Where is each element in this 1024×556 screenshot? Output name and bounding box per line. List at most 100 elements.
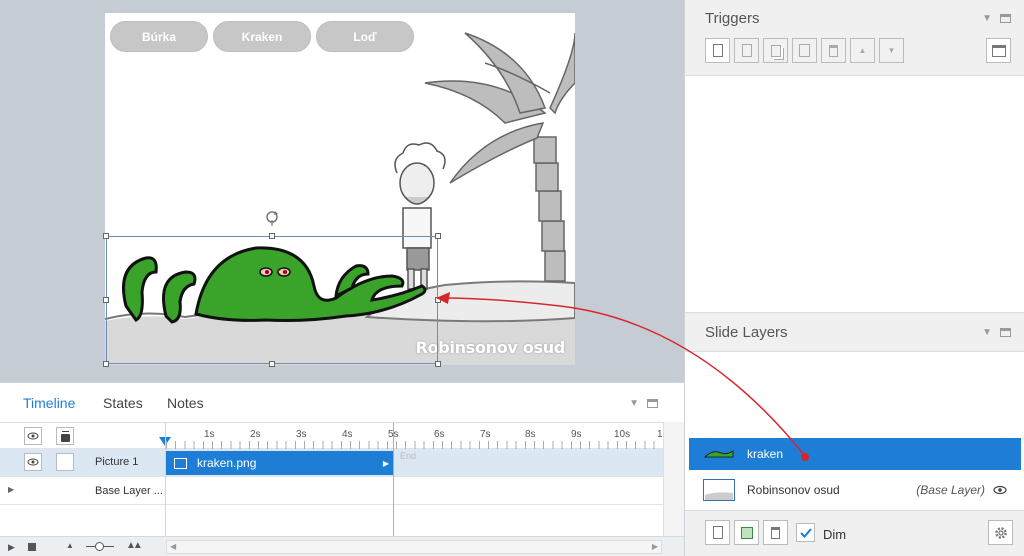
lock-icon (60, 433, 70, 442)
ruler-ticks (166, 441, 663, 449)
slide-layers-title: Slide Layers (705, 324, 788, 341)
tick-label: 1s (204, 429, 215, 440)
play-icon[interactable]: ▶ (8, 542, 15, 553)
timeline-horizontal-scrollbar[interactable]: ◀ ▶ (166, 540, 662, 554)
duplicate-icon (740, 526, 753, 539)
new-layer-button[interactable] (705, 520, 730, 545)
slide-layers-footer: Dim (685, 510, 1024, 556)
panel-dock-icon[interactable] (647, 399, 658, 408)
slide-caption: Robinsonov osud (415, 338, 566, 357)
tick-label: 10s (614, 429, 631, 440)
delete-trigger-button[interactable] (821, 38, 846, 63)
copy-trigger-button[interactable] (763, 38, 788, 63)
delete-layer-button[interactable] (763, 520, 788, 545)
zoom-in-icon[interactable]: ▲▲ (126, 540, 143, 551)
triggers-title: Triggers (705, 10, 760, 27)
timeline-ruler[interactable]: 1s 2s 3s 4s 5s 6s 7s 8s 9s 10s 1 (0, 423, 663, 449)
layer-thumbnail (703, 479, 735, 501)
expand-row-icon[interactable]: ▶ (8, 485, 14, 494)
edit-page-icon (741, 44, 752, 57)
row-name: Picture 1 (95, 456, 139, 468)
timeline-grid: 1s 2s 3s 4s 5s 6s 7s 8s 9s 10s 1 Picture… (0, 422, 663, 542)
new-trigger-button[interactable] (705, 38, 730, 63)
tab-notes[interactable]: Notes (167, 395, 204, 411)
triggers-list[interactable] (685, 76, 1024, 312)
row-visibility-button[interactable] (24, 453, 42, 471)
resize-handle-tl[interactable] (103, 233, 109, 239)
eye-icon[interactable] (993, 485, 1007, 495)
resize-handle-mr[interactable] (435, 297, 441, 303)
zoom-slider-thumb[interactable] (95, 542, 104, 551)
timeline-clip-kraken[interactable]: kraken.png ▶ (166, 451, 393, 475)
end-marker-label: End (400, 451, 417, 461)
rotate-handle-icon[interactable] (264, 210, 280, 228)
resize-handle-bm[interactable] (269, 361, 275, 367)
clip-expand-icon[interactable]: ▶ (383, 459, 389, 468)
new-page-icon (712, 44, 723, 57)
slide-button-lod[interactable]: Loď (316, 21, 414, 52)
layer-row-kraken[interactable]: kraken (689, 438, 1021, 470)
selection-box[interactable] (106, 236, 438, 364)
panel-dock-icon[interactable] (1000, 328, 1011, 337)
base-layer-tag: (Base Layer) (916, 483, 985, 497)
row-lock-button[interactable] (56, 453, 74, 471)
triggers-panel-header: Triggers ▼ ▲ ▼ (685, 0, 1024, 76)
zoom-slider[interactable] (86, 542, 114, 551)
scroll-right-icon[interactable]: ▶ (652, 542, 658, 551)
slide-layers-header: Slide Layers ▼ (685, 312, 1024, 352)
arrow-down-icon: ▼ (887, 46, 896, 55)
panel-menu-caret-icon[interactable]: ▼ (629, 398, 639, 409)
edit-trigger-button[interactable] (734, 38, 759, 63)
clip-label: kraken.png (197, 456, 257, 470)
eye-icon (27, 432, 39, 440)
tick-label: 3s (296, 429, 307, 440)
timeline-vertical-scrollbar[interactable] (663, 422, 684, 536)
move-up-button[interactable]: ▲ (850, 38, 875, 63)
panel-menu-caret-icon[interactable]: ▼ (982, 327, 992, 338)
zoom-out-icon[interactable]: ▲ (66, 541, 74, 550)
duplicate-layer-button[interactable] (734, 520, 759, 545)
resize-handle-bl[interactable] (103, 361, 109, 367)
row-name: Base Layer ... (95, 485, 163, 497)
slide-layers-list: kraken Robinsonov osud (Base Layer) (685, 352, 1024, 510)
tab-timeline[interactable]: Timeline (23, 395, 75, 411)
resize-handle-br[interactable] (435, 361, 441, 367)
move-down-button[interactable]: ▼ (879, 38, 904, 63)
copy-icon (770, 44, 781, 57)
resize-handle-tm[interactable] (269, 233, 275, 239)
name-column-divider (165, 423, 166, 537)
slide-button-burka[interactable]: Búrka (110, 21, 208, 52)
paste-trigger-button[interactable] (792, 38, 817, 63)
timeline-row-picture-1[interactable]: Picture 1 kraken.png ▶ End (0, 449, 663, 477)
trash-icon (829, 44, 838, 57)
layer-name: kraken (747, 447, 784, 461)
scroll-left-icon[interactable]: ◀ (170, 542, 176, 551)
trash-icon (771, 526, 780, 539)
layer-thumbnail (703, 443, 735, 465)
end-line[interactable] (393, 423, 394, 537)
show-hide-all-button[interactable] (24, 427, 42, 445)
trigger-variables-button[interactable] (986, 38, 1011, 63)
paste-icon (799, 44, 810, 57)
stop-icon[interactable] (28, 543, 36, 551)
checkmark-icon (799, 527, 812, 538)
arrow-up-icon: ▲ (858, 46, 867, 55)
timeline-row-base-layer[interactable]: ▶ Base Layer ... (0, 477, 663, 505)
resize-handle-ml[interactable] (103, 297, 109, 303)
gear-icon (994, 526, 1007, 539)
timeline-panel: Timeline States Notes ▼ 1s 2s 3s 4s 5s 6… (0, 382, 684, 556)
resize-handle-tr[interactable] (435, 233, 441, 239)
layer-settings-button[interactable] (988, 520, 1013, 545)
tick-label: 7s (480, 429, 491, 440)
layer-name: Robinsonov osud (747, 483, 840, 497)
panel-dock-icon[interactable] (1000, 14, 1011, 23)
tab-states[interactable]: States (103, 395, 143, 411)
dim-label: Dim (823, 527, 847, 542)
slide-button-kraken[interactable]: Kraken (213, 21, 311, 52)
timeline-controls: ▶ ▲ ▲▲ ◀ ▶ (0, 536, 684, 556)
layer-row-base[interactable]: Robinsonov osud (Base Layer) (689, 474, 1021, 506)
lock-all-button[interactable] (56, 427, 74, 445)
panel-menu-caret-icon[interactable]: ▼ (982, 13, 992, 24)
image-icon (174, 457, 187, 469)
dim-checkbox[interactable] (796, 523, 815, 542)
